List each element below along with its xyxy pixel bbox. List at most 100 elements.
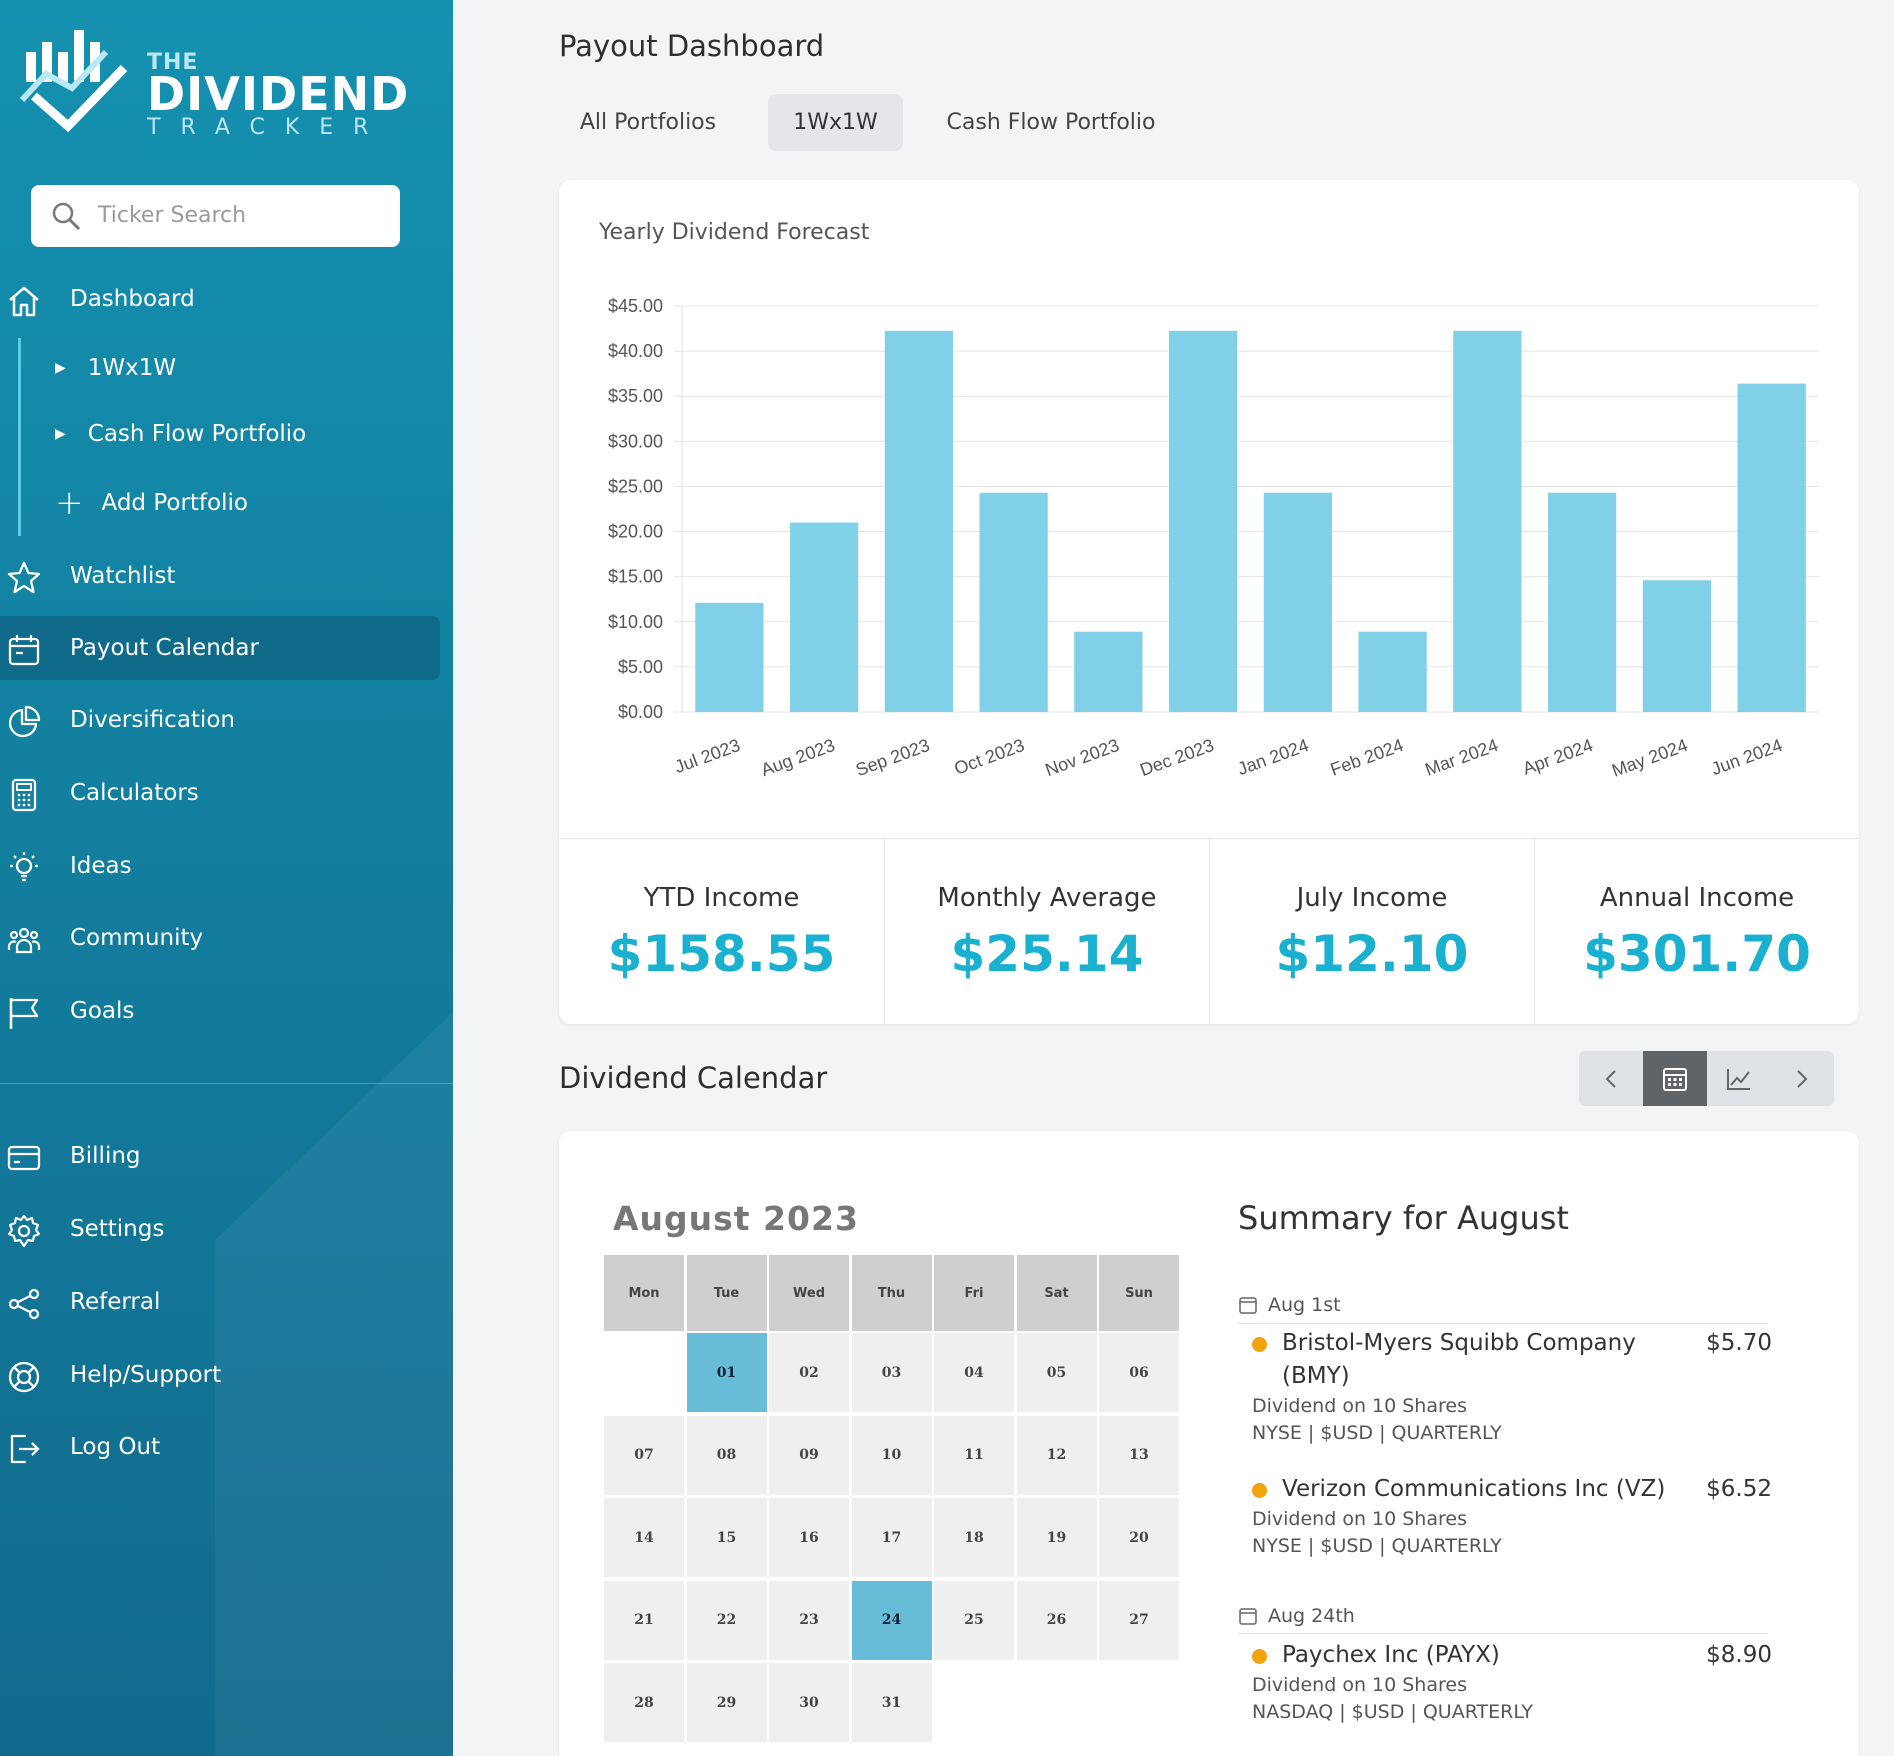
calendar-icon: [8, 635, 40, 666]
calendar-day[interactable]: 05: [1016, 1333, 1097, 1412]
nav-referral[interactable]: Referral: [0, 1270, 440, 1334]
calendar-day[interactable]: 10: [851, 1415, 932, 1495]
calendar-day[interactable]: 29: [686, 1663, 767, 1742]
bar: [695, 602, 764, 712]
nav-portfolio-label: Cash Flow Portfolio: [87, 421, 307, 447]
ticker-search-input[interactable]: Ticker Search: [31, 185, 400, 247]
calendar-day[interactable]: 12: [1016, 1415, 1097, 1495]
chart-view-button[interactable]: [1707, 1051, 1771, 1106]
stat-value: $12.10: [1275, 925, 1469, 983]
tab-cash-flow-portfolio[interactable]: Cash Flow Portfolio: [934, 94, 1168, 151]
nav-log-out[interactable]: Log Out: [0, 1415, 440, 1479]
calendar-day[interactable]: 15: [686, 1498, 767, 1577]
lightbulb-icon: [10, 852, 38, 882]
calendar-day[interactable]: 19: [1016, 1498, 1097, 1577]
credit-card-icon: [7, 1145, 41, 1171]
plus-icon: +: [55, 483, 84, 523]
nav-diversification[interactable]: Diversification: [0, 688, 440, 752]
summary-date-label: Aug 24th: [1268, 1605, 1355, 1627]
prev-month-button[interactable]: [1579, 1051, 1643, 1106]
calendar-day[interactable]: 09: [769, 1415, 849, 1495]
nav-goals[interactable]: Goals: [0, 979, 440, 1043]
nav-settings[interactable]: Settings: [0, 1197, 440, 1261]
calendar-day[interactable]: 16: [769, 1498, 849, 1577]
calendar-day[interactable]: 30: [769, 1663, 849, 1742]
nav-add-portfolio[interactable]: + Add Portfolio: [55, 483, 248, 523]
calendar-day[interactable]: 23: [769, 1580, 849, 1660]
nav-help-support[interactable]: Help/Support: [0, 1343, 440, 1407]
logo-icon: [19, 30, 128, 132]
nav-ideas-label: Ideas: [70, 853, 132, 879]
y-tick-label: $10.00: [608, 612, 663, 632]
stat-annual-income: Annual Income $301.70: [1534, 839, 1859, 1025]
nav-diversification-label: Diversification: [70, 707, 235, 733]
calendar-day[interactable]: 02: [769, 1333, 849, 1412]
summary-entry: Bristol-Myers Squibb Company (BMY) $5.70…: [1252, 1327, 1772, 1447]
income-stats: YTD Income $158.55 Monthly Average $25.1…: [559, 838, 1859, 1025]
page-title: Payout Dashboard: [559, 29, 825, 63]
stat-july-income: July Income $12.10: [1209, 839, 1534, 1025]
logo[interactable]: THE DIVIDEND TRACKER: [16, 22, 408, 140]
x-tick-label: Aug 2023: [758, 735, 837, 780]
nav-community-label: Community: [70, 925, 204, 951]
calendar-day[interactable]: 14: [604, 1498, 684, 1577]
nav-dashboard[interactable]: Dashboard: [0, 267, 440, 331]
calendar-day[interactable]: 17: [851, 1498, 932, 1577]
nav-ideas[interactable]: Ideas: [0, 834, 440, 898]
stat-value: $25.14: [950, 925, 1144, 983]
bar: [1642, 580, 1711, 712]
dividend-calendar-title: Dividend Calendar: [559, 1061, 828, 1095]
nav-portfolio-1wx1w[interactable]: ▶ 1Wx1W: [55, 348, 176, 388]
bar: [1263, 492, 1332, 712]
bar: [1074, 631, 1143, 712]
calendar-day[interactable]: 13: [1099, 1415, 1179, 1495]
calendar-day[interactable]: 21: [604, 1580, 684, 1660]
nav-logout-label: Log Out: [70, 1434, 161, 1460]
entry-company-name: Paychex Inc (PAYX): [1282, 1642, 1500, 1668]
calendar-day[interactable]: 07: [604, 1415, 684, 1495]
nav-billing[interactable]: Billing: [0, 1124, 440, 1188]
tab-1wx1w[interactable]: 1Wx1W: [768, 94, 903, 151]
calendar-day[interactable]: 08: [686, 1415, 767, 1495]
calendar-day[interactable]: 27: [1099, 1580, 1179, 1660]
x-tick-label: Dec 2023: [1137, 735, 1216, 780]
calendar-day[interactable]: 18: [934, 1498, 1014, 1577]
x-tick-label: Apr 2024: [1520, 735, 1595, 779]
calendar-day[interactable]: 03: [851, 1333, 932, 1412]
nav-community[interactable]: Community: [0, 906, 440, 970]
weekday-header: Sun: [1099, 1255, 1179, 1331]
calendar-day[interactable]: 31: [851, 1663, 932, 1742]
y-tick-label: $40.00: [608, 341, 663, 361]
bar: [790, 522, 859, 712]
logo-tracker: TRACKER: [147, 115, 389, 140]
entry-amount: $8.90: [1706, 1642, 1772, 1668]
calendar-day[interactable]: 11: [934, 1415, 1014, 1495]
calendar-view-button[interactable]: [1643, 1051, 1707, 1106]
entry-company: Bristol-Myers Squibb Company (BMY): [1252, 1327, 1652, 1393]
bar: [1737, 383, 1806, 712]
calendar-day[interactable]: 26: [1016, 1580, 1097, 1660]
sidebar: THE DIVIDEND TRACKER Ticker Search Dashb…: [0, 0, 453, 1756]
x-tick-label: Jun 2024: [1709, 735, 1785, 779]
calendar-day[interactable]: 22: [686, 1580, 767, 1660]
calendar-day[interactable]: 25: [934, 1580, 1014, 1660]
summary-date-label: Aug 1st: [1268, 1294, 1341, 1316]
nav-portfolio-label: 1Wx1W: [87, 355, 177, 381]
nav-payout-calendar[interactable]: Payout Calendar: [0, 616, 440, 680]
entry-company-name: Verizon Communications Inc (VZ): [1282, 1476, 1666, 1502]
logo-wordmark: THE DIVIDEND TRACKER: [147, 50, 409, 140]
calendar-day[interactable]: 06: [1099, 1333, 1179, 1412]
next-month-button[interactable]: [1770, 1051, 1834, 1106]
nav-calculators[interactable]: Calculators: [0, 761, 440, 825]
weekday-header: Mon: [604, 1255, 684, 1331]
y-tick-label: $15.00: [608, 567, 663, 587]
nav-watchlist[interactable]: Watchlist: [0, 544, 440, 608]
calendar-day-payout[interactable]: 24: [851, 1580, 932, 1660]
summary-divider: [1238, 1323, 1768, 1324]
tab-all-portfolios[interactable]: All Portfolios: [559, 94, 737, 151]
calendar-day[interactable]: 20: [1099, 1498, 1179, 1577]
calendar-day-payout[interactable]: 01: [686, 1333, 767, 1412]
calendar-day[interactable]: 28: [604, 1663, 684, 1742]
calendar-day[interactable]: 04: [934, 1333, 1014, 1412]
nav-portfolio-cash-flow[interactable]: ▶ Cash Flow Portfolio: [55, 414, 306, 454]
